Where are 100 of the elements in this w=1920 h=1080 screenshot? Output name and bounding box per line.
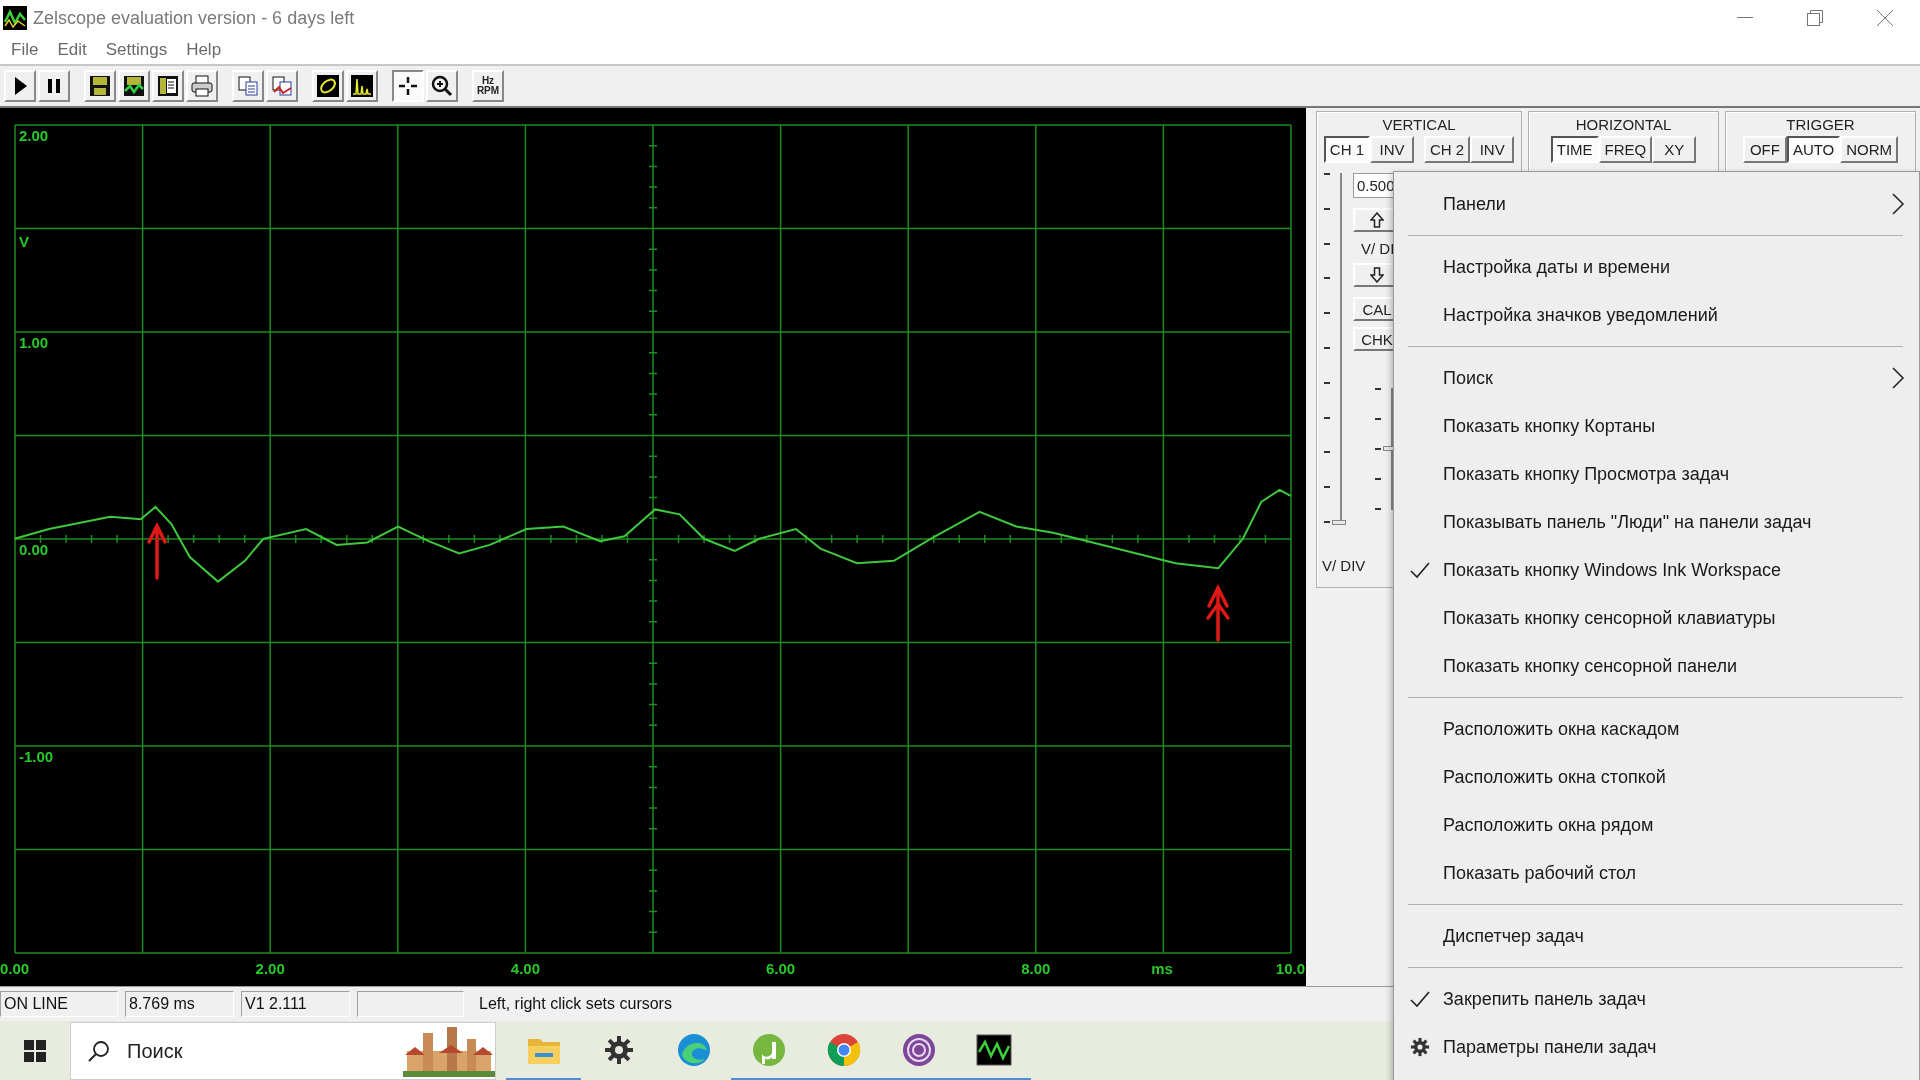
menu-item-label: Расположить окна стопкой (1443, 766, 1666, 788)
copy-chart-icon (270, 74, 294, 98)
menu-item[interactable]: Показать кнопку сенсорной панели (1394, 642, 1919, 690)
spectrum-button[interactable] (346, 70, 378, 102)
menu-item[interactable]: Поиск (1394, 354, 1919, 402)
waveform-icon (975, 1033, 1012, 1066)
menu-item-label: Настройка значков уведомлений (1443, 304, 1718, 326)
search-icon (87, 1039, 111, 1063)
menu-item-label: Показать рабочий стол (1443, 862, 1637, 884)
copy-icon (236, 74, 260, 98)
menu-item[interactable]: Показать кнопку сенсорной клавиатуры (1394, 594, 1919, 642)
down-arrow-icon (1370, 267, 1384, 283)
menu-item[interactable]: Расположить окна рядом (1394, 801, 1919, 849)
mode-button[interactable]: INV (1470, 136, 1515, 163)
mode-button[interactable]: CH 2 (1424, 136, 1471, 163)
copy-chart-button[interactable] (266, 70, 298, 102)
search-field[interactable]: Поиск (70, 1022, 496, 1080)
menu-item[interactable]: Показать кнопку Просмотра задач (1394, 450, 1919, 498)
status-field: 8.769 ms (125, 991, 234, 1017)
menu-item[interactable]: Расположить окна каскадом (1394, 705, 1919, 753)
settings-icon (1409, 1037, 1431, 1057)
axis-label: 8.00 (1021, 960, 1051, 977)
gear-icon (603, 1034, 634, 1065)
menu-item-label: Показывать панель "Люди" на панели задач (1443, 511, 1812, 533)
printer-icon (190, 74, 214, 98)
menu-bar-item[interactable]: File (4, 40, 51, 60)
menu-item-label: Расположить окна каскадом (1443, 718, 1680, 740)
chevron-icon (1891, 366, 1905, 390)
crosshair-icon (396, 74, 420, 98)
menu-item-label: Поиск (1443, 367, 1493, 389)
menu-item[interactable]: Параметры панели задач (1394, 1023, 1919, 1071)
slider-thumb[interactable] (1332, 520, 1346, 525)
windows-logo-icon (24, 1040, 46, 1062)
checkmark-icon (1409, 989, 1431, 1009)
chevron-icon (1891, 192, 1905, 216)
units-button[interactable]: Hz RPM (472, 70, 504, 102)
menu-item[interactable]: Показать кнопку Кортаны (1394, 402, 1919, 450)
menu-item[interactable]: Настройка даты и времени (1394, 243, 1919, 291)
menu-bar-item[interactable]: Edit (50, 40, 99, 60)
scale-unit-label: V/ DIV (1322, 557, 1366, 574)
floppy-document-icon (156, 74, 180, 98)
menu-item-label: Показать кнопку сенсорной панели (1443, 655, 1738, 677)
menu-item-label: Закрепить панель задач (1443, 988, 1646, 1010)
axis-label: -1.00 (19, 748, 54, 765)
menu-bar-item[interactable]: Help (179, 40, 234, 60)
concentric-circle-icon (901, 1032, 936, 1067)
axis-label: 1.00 (19, 334, 49, 351)
hand-drawn-arrow (1206, 584, 1230, 642)
axis-label: 0.00 (0, 960, 30, 977)
oscilloscope-screen[interactable]: 2.00 V 1.00 0.00 -1.00 0.00 2.00 4.00 6.00 8.00 ms 10.0 (0, 108, 1306, 986)
menu-item-label: Показать кнопку Просмотра задач (1443, 463, 1730, 485)
zoom-button[interactable] (426, 70, 458, 102)
mode-button[interactable]: XY (1652, 136, 1697, 163)
menu-item-label: Расположить окна рядом (1443, 814, 1654, 836)
menu-item[interactable]: Показать кнопку Windows Ink Workspace (1394, 546, 1919, 594)
menu-item-label: Показать кнопку сенсорной клавиатуры (1443, 607, 1776, 629)
window-title: Zelscope evaluation version - 6 days left (33, 7, 356, 29)
save-button[interactable] (84, 70, 116, 102)
mode-button[interactable]: CH 1 (1323, 136, 1370, 163)
menu-item[interactable]: Диспетчер задач (1394, 912, 1919, 960)
scale-label: V/ DI (1360, 240, 1396, 257)
app-icon (3, 6, 27, 30)
run-button[interactable] (4, 70, 36, 102)
menu-item-label: Настройка даты и времени (1443, 256, 1670, 278)
status-field: V1 2.111 (241, 991, 350, 1017)
save-waveform-button[interactable] (118, 70, 150, 102)
group-title: VERTICAL (1382, 116, 1456, 133)
copy-button[interactable] (232, 70, 264, 102)
floppy-icon (88, 74, 112, 98)
search-placeholder: Поиск (127, 1039, 184, 1063)
mode-button[interactable]: NORM (1840, 136, 1899, 163)
status-message: Left, right click sets cursors (479, 995, 672, 1013)
xy-mode-button[interactable] (312, 70, 344, 102)
group-title: TRIGGER (1786, 116, 1855, 133)
axis-label: 2.00 (19, 127, 49, 144)
up-arrow-icon (1370, 212, 1384, 228)
menu-bar-item[interactable]: Settings (98, 40, 180, 60)
axis-label: 10.0 (1275, 960, 1305, 977)
menu-item[interactable]: Показывать панель "Люди" на панели задач (1394, 498, 1919, 546)
menu-item[interactable]: Показать рабочий стол (1394, 849, 1919, 897)
hand-drawn-arrow (147, 522, 167, 580)
save-report-button[interactable] (152, 70, 184, 102)
axis-label: ms (1151, 960, 1173, 977)
zoom-icon (430, 74, 454, 98)
mode-button[interactable]: INV (1370, 136, 1414, 163)
pause-button[interactable] (38, 70, 70, 102)
close-icon (1877, 10, 1893, 26)
menu-item[interactable]: Расположить окна стопкой (1394, 753, 1919, 801)
minimize-icon (1737, 17, 1753, 19)
print-button[interactable] (186, 70, 218, 102)
status-field: ON LINE (0, 991, 118, 1017)
mode-button[interactable]: OFF (1742, 136, 1787, 163)
menu-item-label: Показать кнопку Кортаны (1443, 415, 1656, 437)
axis-label: 2.00 (255, 960, 285, 977)
cursor-button[interactable] (392, 70, 424, 102)
menu-item[interactable]: Закрепить панель задач (1394, 975, 1919, 1023)
menu-item-label: Показать кнопку Windows Ink Workspace (1443, 559, 1781, 581)
mode-button[interactable]: FREQ (1598, 136, 1653, 163)
mode-button[interactable]: AUTO (1786, 136, 1841, 163)
mode-button[interactable]: TIME (1550, 136, 1599, 163)
